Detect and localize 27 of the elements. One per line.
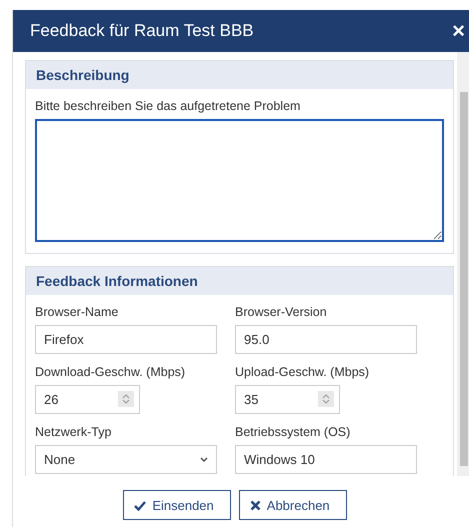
spinner-icon[interactable] — [118, 391, 134, 407]
panel-heading: Beschreibung — [26, 61, 453, 89]
dialog-title: Feedback für Raum Test BBB — [30, 21, 254, 41]
close-icon — [250, 500, 261, 510]
dropdown-field[interactable]: None — [35, 445, 217, 474]
close-button[interactable]: × — [452, 20, 465, 42]
field-label: Upload-Geschw. (Mbps) — [235, 365, 370, 379]
panel-heading: Feedback Informationen — [26, 267, 453, 295]
check-icon — [134, 500, 146, 510]
description-textarea[interactable] — [35, 119, 444, 242]
field-label: Netzwerk-Typ — [35, 425, 112, 439]
text-field[interactable]: Windows 10 — [235, 445, 417, 474]
text-field[interactable]: 95.0 — [235, 325, 417, 354]
field-label: Download-Geschw. (Mbps) — [35, 365, 186, 379]
scrollbar[interactable] — [457, 52, 469, 476]
field-label: Browser-Name — [35, 305, 120, 319]
field-label: Browser-Version — [235, 305, 328, 319]
submit-button[interactable]: Einsenden — [123, 490, 231, 520]
scrollbar-thumb[interactable] — [460, 92, 468, 466]
spinner-icon[interactable] — [318, 391, 334, 407]
field-label: Bitte beschreiben Sie das aufgetretene Problem — [35, 99, 302, 113]
number-field[interactable]: 26 — [35, 385, 140, 414]
cancel-button[interactable]: Abbrechen — [238, 490, 347, 520]
number-field[interactable]: 35 — [235, 385, 340, 414]
chevron-down-icon — [200, 456, 208, 462]
text-field[interactable]: Firefox — [35, 325, 217, 354]
field-label: Betriebssystem (OS) — [235, 425, 352, 439]
